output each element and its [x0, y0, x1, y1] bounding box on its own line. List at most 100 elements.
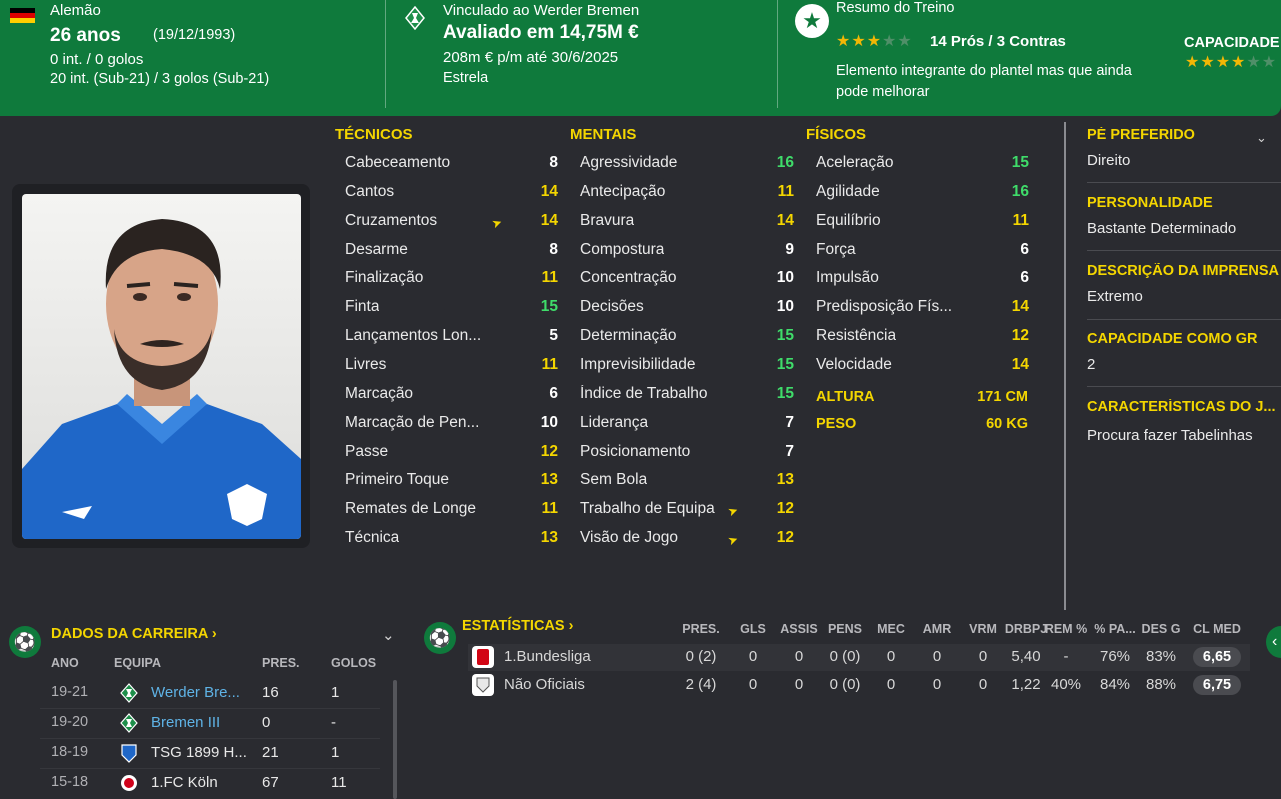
career-year: 19-20 [51, 714, 89, 730]
career-team[interactable]: TSG 1899 H... [151, 744, 247, 761]
attribute-row[interactable]: Livres 11 [345, 352, 558, 380]
career-col-apps[interactable]: PRES. [262, 656, 300, 670]
attribute-row[interactable]: Velocidade 14 [816, 352, 1029, 380]
attribute-row[interactable]: Predisposição Fís... 14 [816, 294, 1029, 322]
attribute-name: Impulsão [816, 269, 879, 287]
stats-value: 83% [1145, 648, 1177, 665]
attribute-name: Cruzamentos [345, 211, 438, 229]
attribute-row[interactable]: Cruzamentos 14 ➤ [345, 208, 558, 236]
ability-stars: ★ ★ ★ ★ ★ ★ [1185, 54, 1277, 71]
hoffenheim-badge-icon[interactable] [120, 743, 138, 763]
attribute-value: 11 [541, 269, 558, 287]
career-col-team[interactable]: EQUIPA [114, 656, 161, 670]
chevron-down-icon[interactable]: ⌄ [382, 626, 395, 644]
attribute-name: Liderança [580, 413, 649, 431]
attribute-name: Lançamentos Lon... [345, 327, 482, 345]
attribute-row[interactable]: Decisões 10 [580, 294, 794, 322]
attribute-row[interactable]: Índice de Trabalho 15 [580, 381, 794, 409]
arrow-left-icon[interactable]: ‹ [1266, 626, 1281, 658]
training-arrow-icon: ➤ [725, 531, 741, 549]
koln-badge-icon[interactable] [120, 773, 138, 793]
werder-badge-icon[interactable] [120, 683, 138, 703]
attribute-row[interactable]: Lançamentos Lon... 5 [345, 323, 558, 351]
attribute-row[interactable]: Antecipação 11 [580, 179, 794, 207]
attribute-value: 10 [776, 298, 794, 316]
attribute-row[interactable]: Posicionamento 7 [580, 439, 794, 467]
career-section-title[interactable]: DADOS DA CARREIRA › [51, 626, 217, 642]
attribute-row[interactable]: Finalização 11 [345, 265, 558, 293]
attribute-row[interactable]: Agilidade 16 [816, 179, 1029, 207]
werder-badge-icon[interactable] [120, 713, 138, 733]
attribute-row[interactable]: Passe 12 [345, 439, 558, 467]
goalkeeper-ability-value: 2 [1087, 356, 1096, 373]
player-age: 26 anos [50, 25, 121, 46]
stats-value: 2 (4) [685, 676, 717, 693]
attribute-row[interactable]: Resistência 12 [816, 323, 1029, 351]
attribute-name: Marcação de Pen... [345, 413, 480, 431]
attribute-value: 16 [1011, 182, 1029, 200]
attribute-name: Marcação [345, 384, 414, 402]
chevron-down-icon[interactable]: ⌄ [1256, 130, 1267, 146]
stats-col-header[interactable]: PRES. [671, 622, 731, 636]
attribute-row[interactable]: Concentração 10 [580, 265, 794, 293]
attribute-name: Compostura [580, 240, 665, 258]
player-traits-label[interactable]: CARACTERÍSTICAS DO J... [1087, 399, 1281, 415]
career-col-year[interactable]: ANO [51, 656, 79, 670]
attribute-row[interactable]: Remates de Longe 11 [345, 496, 558, 524]
attribute-row[interactable]: Impulsão 6 [816, 265, 1029, 293]
attribute-row[interactable]: Visão de Jogo 12 ➤ [580, 525, 794, 553]
football-icon: ⚽ [424, 622, 456, 654]
attribute-row[interactable]: Bravura 14 [580, 208, 794, 236]
attribute-row[interactable]: Desarme 8 [345, 237, 558, 265]
attribute-row[interactable]: Sem Bola 13 [580, 467, 794, 495]
attribute-value: 7 [785, 413, 794, 431]
werder-bremen-badge-icon[interactable] [405, 6, 425, 30]
attribute-row[interactable]: Cantos 14 [345, 179, 558, 207]
attribute-row[interactable]: Liderança 7 [580, 410, 794, 438]
attribute-row[interactable]: Finta 15 [345, 294, 558, 322]
player-header-bar: Alemão 26 anos (19/12/1993) 0 int. / 0 g… [0, 0, 1281, 116]
attribute-row[interactable]: Compostura 9 [580, 237, 794, 265]
training-summary-title[interactable]: Resumo do Treino [836, 0, 954, 16]
stats-competition[interactable]: 1.Bundesliga [504, 648, 591, 665]
attribute-name: Antecipação [580, 182, 666, 200]
attribute-name: Passe [345, 442, 389, 460]
attribute-row[interactable]: Marcação de Pen... 10 [345, 410, 558, 438]
training-pros-cons: 14 Prós / 3 Contras [930, 33, 1066, 50]
attribute-row[interactable]: Técnica 13 [345, 525, 558, 553]
attribute-value: 12 [776, 500, 794, 518]
attribute-name: Finta [345, 298, 380, 316]
attribute-row[interactable]: Cabeceamento 8 [345, 150, 558, 178]
contract-wage: 208m € p/m até 30/6/2025 [443, 49, 619, 66]
stats-col-header[interactable]: CL MED [1187, 622, 1247, 636]
stats-section-title[interactable]: ESTATÍSTICAS › [462, 618, 573, 634]
stats-col-header[interactable]: DES G [1131, 622, 1191, 636]
career-team[interactable]: Bremen III [151, 714, 220, 731]
divider [40, 738, 380, 739]
attribute-value: 9 [785, 240, 794, 258]
contract-club[interactable]: Vinculado ao Werder Bremen [443, 2, 639, 19]
attribute-row[interactable]: Agressividade 16 [580, 150, 794, 178]
career-col-goals[interactable]: GOLOS [331, 656, 376, 670]
attribute-name: Remates de Longe [345, 500, 476, 518]
height-label: ALTURA [816, 389, 875, 405]
attribute-row[interactable]: Equilíbrio 11 [816, 208, 1029, 236]
attribute-name: Imprevisibilidade [580, 355, 696, 373]
attribute-row[interactable]: Imprevisibilidade 15 [580, 352, 794, 380]
career-scrollbar[interactable] [393, 680, 397, 799]
attribute-value: 15 [776, 384, 794, 402]
attribute-row[interactable]: Trabalho de Equipa 12 ➤ [580, 496, 794, 524]
attribute-row[interactable]: Aceleração 15 [816, 150, 1029, 178]
attribute-row[interactable]: Força 6 [816, 237, 1029, 265]
stats-competition[interactable]: Não Oficiais [504, 676, 585, 693]
attribute-value: 16 [776, 154, 794, 171]
attribute-name: Visão de Jogo [580, 529, 678, 547]
career-goals: - [331, 714, 336, 731]
ability-label: CAPACIDADE [1184, 35, 1280, 51]
attribute-row[interactable]: Marcação 6 [345, 381, 558, 409]
attribute-value: 7 [785, 442, 794, 460]
career-team[interactable]: 1.FC Köln [151, 774, 218, 791]
attribute-row[interactable]: Determinação 15 [580, 323, 794, 351]
attribute-row[interactable]: Primeiro Toque 13 [345, 467, 558, 495]
career-team[interactable]: Werder Bre... [151, 684, 240, 701]
